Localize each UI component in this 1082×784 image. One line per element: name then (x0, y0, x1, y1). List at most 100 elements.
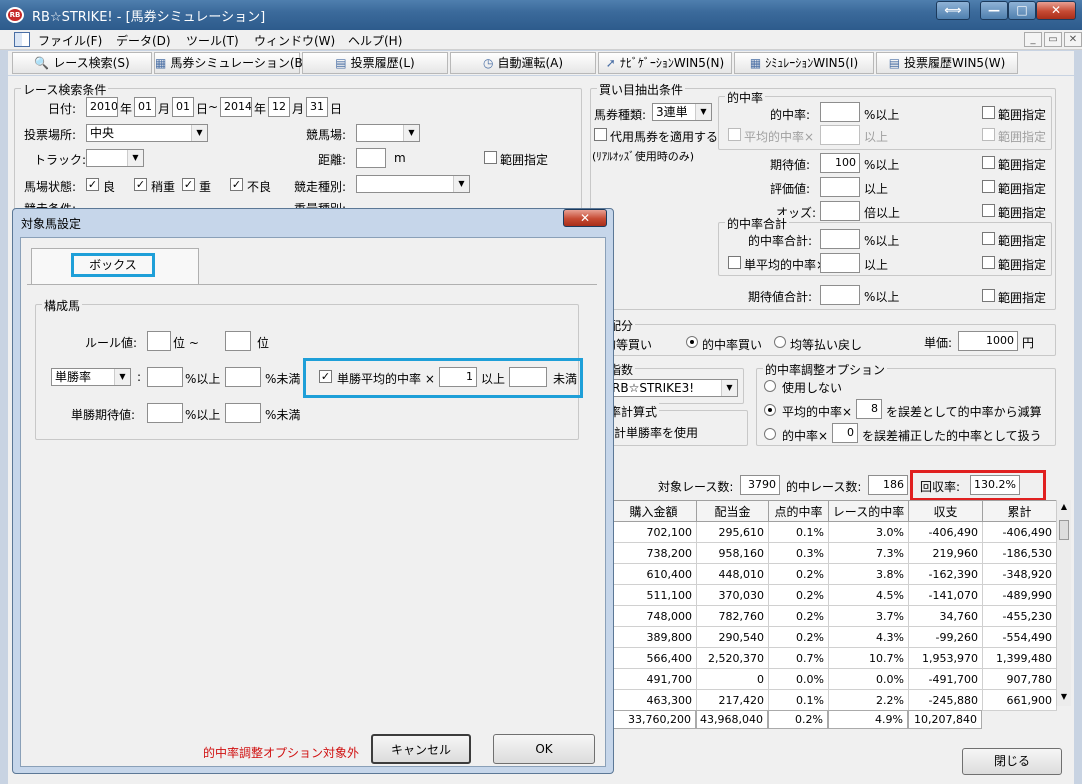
rb-app-icon: RB (6, 7, 24, 23)
simulation-win5-button[interactable]: ▦ ｼﾐｭﾚｰｼｮﾝWIN5(I) (734, 52, 874, 74)
scroll-thumb[interactable] (1059, 520, 1069, 540)
col-race-hit[interactable]: レース的中率 (828, 500, 909, 522)
bet-simulation-button[interactable]: ▦ 馬券シミュレーション(B) (154, 52, 307, 74)
maximize-arrows-icon[interactable]: ⟺ (936, 1, 970, 20)
hit-rate-range-checkbox[interactable] (982, 106, 995, 119)
bet-type-select[interactable]: 3連単 ▼ (652, 103, 712, 121)
vote-history-button[interactable]: ▤ 投票履歴(L) (302, 52, 448, 74)
tab-box[interactable]: ボックス (31, 248, 199, 284)
expected-unit: %以上 (864, 158, 900, 172)
rating-range-checkbox[interactable] (982, 180, 995, 193)
restore-button[interactable]: □ (1008, 1, 1036, 20)
rank-to-field[interactable] (225, 331, 251, 351)
condition-heavy-checkbox[interactable]: ✓ (182, 178, 195, 191)
alloc-hitrate-radio[interactable] (686, 336, 698, 348)
avg-hit-range-checkbox[interactable] (982, 128, 995, 141)
col-payout[interactable]: 配当金 (696, 500, 769, 522)
expected-range-checkbox[interactable] (982, 156, 995, 169)
table-scrollbar[interactable]: ▲ ▼ (1056, 500, 1071, 706)
exp-total-field[interactable] (820, 285, 860, 305)
cancel-button[interactable]: キャンセル (371, 734, 471, 764)
single-avg-range-checkbox[interactable] (982, 256, 995, 269)
index-select[interactable]: RB☆STRIKE3! ▼ (608, 379, 738, 397)
condition-bad-checkbox[interactable]: ✓ (230, 178, 243, 191)
race-type-select[interactable]: ▼ (356, 175, 470, 193)
table-row[interactable]: 748,000 782,760 0.2% 3.7% 34,760 -455,230 (610, 605, 1057, 627)
adjust-avg-field[interactable]: 8 (856, 399, 882, 419)
adjust-none-radio[interactable] (764, 380, 776, 392)
win-exp-min-field[interactable] (147, 403, 183, 423)
hit-rate-field[interactable] (820, 102, 860, 122)
menu-tools[interactable]: ツール(T) (186, 32, 239, 49)
from-month-field[interactable]: 01 (134, 97, 156, 117)
minimize-button[interactable]: — (980, 1, 1008, 20)
venue-select[interactable]: 中央 ▼ (86, 124, 208, 142)
alloc-even-payout-radio[interactable] (774, 336, 786, 348)
from-day-field[interactable]: 01 (172, 97, 194, 117)
distance-field[interactable] (356, 148, 386, 168)
table-row[interactable]: 738,200 958,160 0.3% 7.3% 219,960 -186,530 (610, 542, 1057, 564)
total-range-checkbox[interactable] (982, 232, 995, 245)
close-button[interactable]: ✕ (1036, 1, 1076, 20)
total-field[interactable] (820, 229, 860, 249)
to-day-field[interactable]: 31 (306, 97, 328, 117)
single-avg-hit-max-field[interactable] (509, 367, 547, 387)
single-avg-checkbox[interactable] (728, 256, 741, 269)
odds-field[interactable] (820, 201, 860, 221)
metric-max-field[interactable] (225, 367, 261, 387)
close-window-button[interactable]: 閉じる (962, 748, 1062, 775)
menu-help[interactable]: ヘルプ(H) (348, 32, 402, 49)
navigation-win5-button[interactable]: ➚ ﾅﾋﾞｹﾞｰｼｮﾝWIN5(N) (598, 52, 732, 74)
table-row[interactable]: 389,800 290,540 0.2% 4.3% -99,260 -554,490 (610, 626, 1057, 648)
expected-field[interactable]: 100 (820, 153, 860, 173)
col-balance[interactable]: 収支 (908, 500, 983, 522)
auto-run-button[interactable]: ◷ 自動運転(A) (450, 52, 596, 74)
avg-hit-field[interactable] (820, 125, 860, 145)
mdi-minimize-button[interactable]: _ (1024, 32, 1042, 47)
dialog-close-button[interactable]: ✕ (563, 209, 607, 227)
vote-history-win5-button[interactable]: ▤ 投票履歴WIN5(W) (876, 52, 1018, 74)
exp-total-range-checkbox[interactable] (982, 289, 995, 302)
single-avg-field[interactable] (820, 253, 860, 273)
adjust-avg-radio[interactable] (764, 404, 776, 416)
table-row[interactable]: 491,700 0 0.0% 0.0% -491,700 907,780 (610, 668, 1057, 690)
scroll-up-icon[interactable]: ▲ (1059, 502, 1069, 512)
metric-select[interactable]: 単勝率 ▼ (51, 368, 131, 386)
distance-range-checkbox[interactable] (484, 151, 497, 164)
condition-good-checkbox[interactable]: ✓ (86, 178, 99, 191)
course-select[interactable]: ▼ (356, 124, 420, 142)
table-row[interactable]: 566,400 2,520,370 0.7% 10.7% 1,953,970 1,399,… (610, 647, 1057, 669)
col-cumulative[interactable]: 累計 (982, 500, 1057, 522)
col-purchase[interactable]: 購入金額 (610, 500, 697, 522)
from-year-field[interactable]: 2010 (86, 97, 118, 117)
menu-data[interactable]: データ(D) (116, 32, 171, 49)
menu-file[interactable]: ファイル(F) (38, 32, 102, 49)
mdi-close-button[interactable]: ✕ (1064, 32, 1082, 47)
adjust-hit-radio[interactable] (764, 428, 776, 440)
adjust-hit-field[interactable]: 0 (832, 423, 858, 443)
col-point-hit[interactable]: 点的中率 (768, 500, 829, 522)
single-avg-hit-checkbox[interactable]: ✓ (319, 370, 332, 383)
table-row[interactable]: 610,400 448,010 0.2% 3.8% -162,390 -348,920 (610, 563, 1057, 585)
avg-hit-checkbox[interactable] (728, 128, 741, 141)
rank-from-field[interactable] (147, 331, 171, 351)
to-month-field[interactable]: 12 (268, 97, 290, 117)
odds-range-checkbox[interactable] (982, 204, 995, 217)
rating-field[interactable] (820, 177, 860, 197)
metric-min-field[interactable] (147, 367, 183, 387)
race-search-button[interactable]: 🔍 レース検索(S) (12, 52, 152, 74)
scroll-down-icon[interactable]: ▼ (1059, 692, 1069, 702)
to-year-field[interactable]: 2014 (220, 97, 252, 117)
single-avg-hit-field[interactable]: 1 (439, 367, 477, 387)
table-row[interactable]: 463,300 217,420 0.1% 2.2% -245,880 661,900 (610, 689, 1057, 711)
condition-slightly-heavy-checkbox[interactable]: ✓ (134, 178, 147, 191)
menu-window[interactable]: ウィンドウ(W) (254, 32, 335, 49)
unit-price-field[interactable]: 1000 (958, 331, 1018, 351)
substitute-checkbox[interactable] (594, 128, 607, 141)
mdi-restore-button[interactable]: ▭ (1044, 32, 1062, 47)
track-select[interactable]: ▼ (86, 149, 144, 167)
win-exp-max-field[interactable] (225, 403, 261, 423)
ok-button[interactable]: OK (493, 734, 595, 764)
table-row[interactable]: 511,100 370,030 0.2% 4.5% -141,070 -489,990 (610, 584, 1057, 606)
table-row[interactable]: 702,100 295,610 0.1% 3.0% -406,490 -406,490 (610, 521, 1057, 543)
